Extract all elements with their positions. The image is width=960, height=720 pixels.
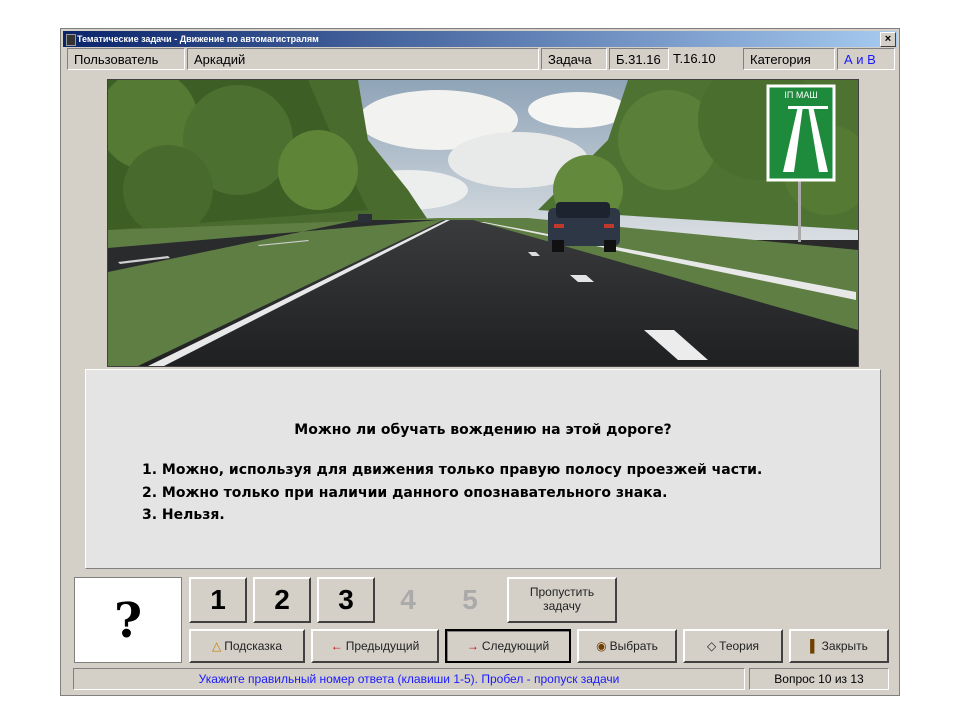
- category-label: Категория: [743, 48, 835, 70]
- ticket-number: Б.31.16: [609, 48, 669, 70]
- status-message: Укажите правильный номер ответа (клавиши…: [73, 668, 745, 690]
- task-label: Задача: [541, 48, 607, 70]
- theory-button[interactable]: ◇ Теория: [683, 629, 783, 663]
- user-label: Пользователь: [67, 48, 185, 70]
- answer-button-3[interactable]: 3: [317, 577, 375, 623]
- road-scene-illustration: ІП МАШ: [108, 80, 858, 366]
- choose-button[interactable]: ◉ Выбрать: [577, 629, 677, 663]
- answer-option-1: 1. Можно, используя для движения только …: [142, 462, 763, 478]
- arrow-right-icon: →: [466, 639, 479, 653]
- select-icon: ◉: [596, 639, 607, 653]
- title-bar: Тематические задачи - Движение по автома…: [63, 31, 897, 47]
- hint-label: Подсказка: [224, 639, 282, 653]
- previous-label: Предыдущий: [345, 639, 420, 653]
- answer-option-3: 3. Нельзя.: [142, 507, 225, 523]
- user-name: Аркадий: [187, 48, 539, 70]
- skip-label-line2: задачу: [543, 599, 581, 613]
- answer-option-2: 2. Можно только при наличии данного опоз…: [142, 485, 668, 501]
- answer-button-2[interactable]: 2: [253, 577, 311, 623]
- skip-task-button[interactable]: Пропустить задачу: [507, 577, 617, 623]
- skip-label-line1: Пропустить: [529, 585, 595, 599]
- topic-number: Т.16.10: [673, 51, 716, 66]
- previous-button[interactable]: ← Предыдущий: [311, 629, 439, 663]
- question-text: Можно ли обучать вождению на этой дороге…: [294, 422, 672, 438]
- answer-button-5: 5: [441, 577, 499, 623]
- choose-label: Выбрать: [609, 639, 658, 653]
- close-button[interactable]: ▌ Закрыть: [789, 629, 889, 663]
- hint-button[interactable]: △ Подсказка: [189, 629, 305, 663]
- exit-door-icon: ▌: [810, 639, 819, 653]
- lightbulb-icon: △: [211, 639, 222, 653]
- arrow-left-icon: ←: [330, 639, 343, 653]
- road-scene-image: ІП МАШ: [107, 79, 859, 367]
- question-panel: Можно ли обучать вождению на этой дороге…: [85, 369, 881, 569]
- next-label: Следующий: [481, 639, 550, 653]
- next-button[interactable]: → Следующий: [445, 629, 571, 663]
- category-value: А и В: [837, 48, 895, 70]
- answer-indicator: ?: [74, 577, 182, 663]
- app-icon: [66, 34, 76, 46]
- window-title: Тематические задачи - Движение по автома…: [77, 34, 319, 44]
- answer-button-4: 4: [379, 577, 437, 623]
- theory-label: Теория: [719, 639, 760, 653]
- window-close-button[interactable]: ×: [880, 32, 896, 47]
- sign-caption: ІП МАШ: [784, 90, 817, 100]
- theory-icon: ◇: [706, 639, 717, 653]
- status-bar: Укажите правильный номер ответа (клавиши…: [73, 668, 891, 690]
- app-window: Тематические задачи - Движение по автома…: [60, 28, 900, 696]
- answer-button-1[interactable]: 1: [189, 577, 247, 623]
- question-progress: Вопрос 10 из 13: [749, 668, 889, 690]
- close-label: Закрыть: [821, 639, 868, 653]
- info-bar: Пользователь Аркадий Задача Б.31.16 Т.16…: [63, 48, 897, 72]
